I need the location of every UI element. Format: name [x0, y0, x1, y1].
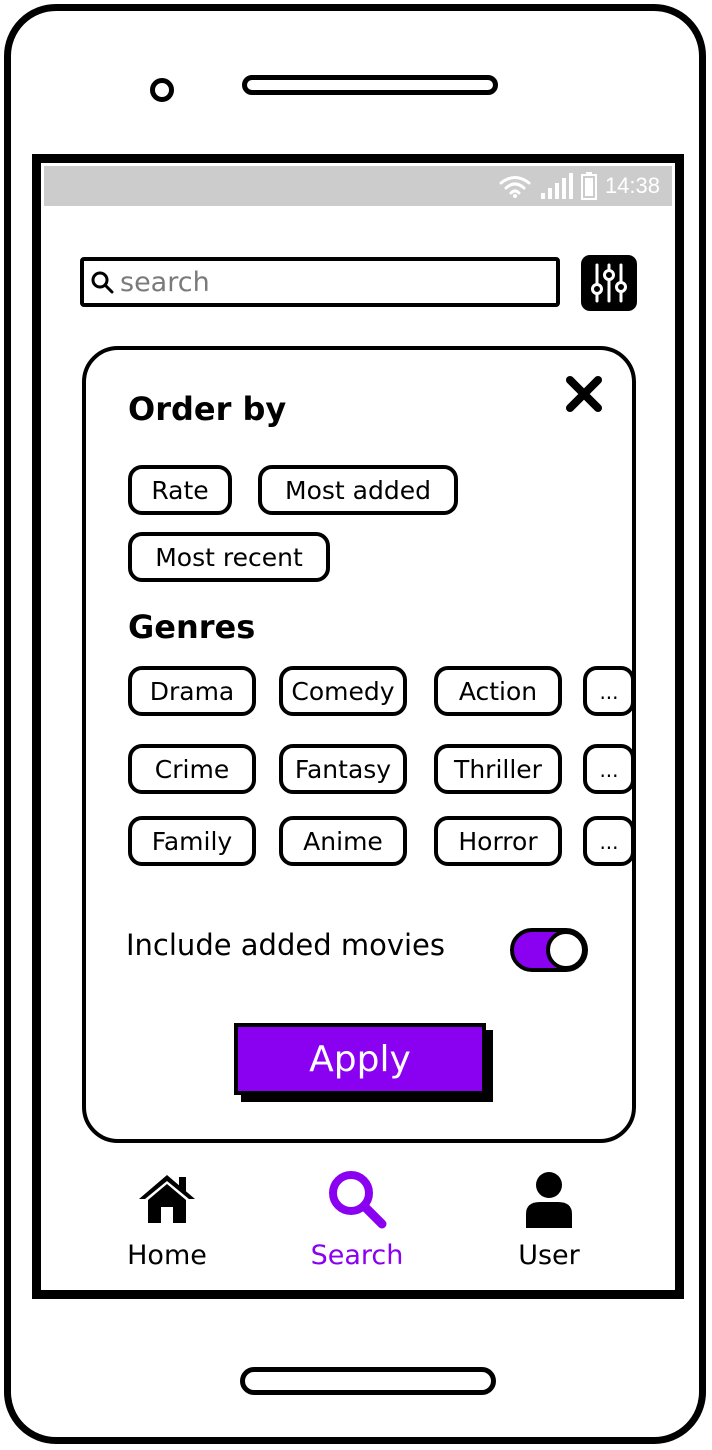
apply-button[interactable]: Apply [234, 1023, 486, 1095]
nav-item-user[interactable]: User [469, 1168, 629, 1271]
order-chip-most-added[interactable]: Most added [258, 465, 458, 515]
search-input[interactable]: search [80, 257, 560, 307]
search-placeholder: search [120, 266, 210, 298]
nav-label-home: Home [127, 1240, 207, 1271]
genre-chip-family[interactable]: Family [128, 816, 256, 866]
order-chip-rate[interactable]: Rate [128, 465, 232, 515]
nav-label-user: User [518, 1240, 580, 1271]
nav-label-search: Search [310, 1240, 404, 1271]
filter-button[interactable] [581, 255, 637, 311]
include-added-toggle[interactable] [510, 928, 588, 972]
order-chip-most-recent[interactable]: Most recent [128, 532, 330, 582]
order-by-title: Order by [128, 390, 287, 428]
genre-chip-fantasy[interactable]: Fantasy [279, 744, 407, 794]
genre-chip-anime[interactable]: Anime [279, 816, 407, 866]
genre-chip-comedy[interactable]: Comedy [279, 666, 407, 716]
close-icon[interactable] [564, 374, 604, 414]
genre-chip-action[interactable]: Action [434, 666, 562, 716]
genre-more-button[interactable]: ... [583, 816, 635, 866]
search-icon [329, 1171, 387, 1229]
home-icon [139, 1175, 195, 1223]
battery-icon [580, 172, 597, 200]
status-time: 14:38 [604, 173, 660, 198]
top-speaker [242, 75, 498, 95]
wifi-icon [499, 176, 531, 198]
search-icon [91, 271, 114, 294]
genres-title: Genres [128, 608, 256, 646]
genre-chip-drama[interactable]: Drama [128, 666, 256, 716]
nav-item-search[interactable]: Search [277, 1168, 437, 1271]
genre-more-button[interactable]: ... [583, 666, 635, 716]
genre-chip-horror[interactable]: Horror [434, 816, 562, 866]
include-added-label: Include added movies [126, 928, 445, 962]
genre-more-button[interactable]: ... [583, 744, 635, 794]
genre-chip-thriller[interactable]: Thriller [434, 744, 562, 794]
signal-icon [540, 173, 573, 199]
nav-item-home[interactable]: Home [87, 1168, 247, 1271]
filter-panel: Order by Rate Most added Most recent Gen… [82, 346, 636, 1143]
toggle-knob [546, 930, 586, 970]
user-icon [526, 1172, 572, 1228]
bottom-speaker [240, 1367, 496, 1395]
status-bar: 14:38 [44, 166, 672, 206]
sliders-icon [591, 263, 627, 303]
camera-icon [150, 78, 174, 102]
phone-screen: 14:38 search Order by Rate Most added Mo… [32, 154, 684, 1299]
status-icons: 14:38 [499, 172, 660, 200]
genre-chip-crime[interactable]: Crime [128, 744, 256, 794]
